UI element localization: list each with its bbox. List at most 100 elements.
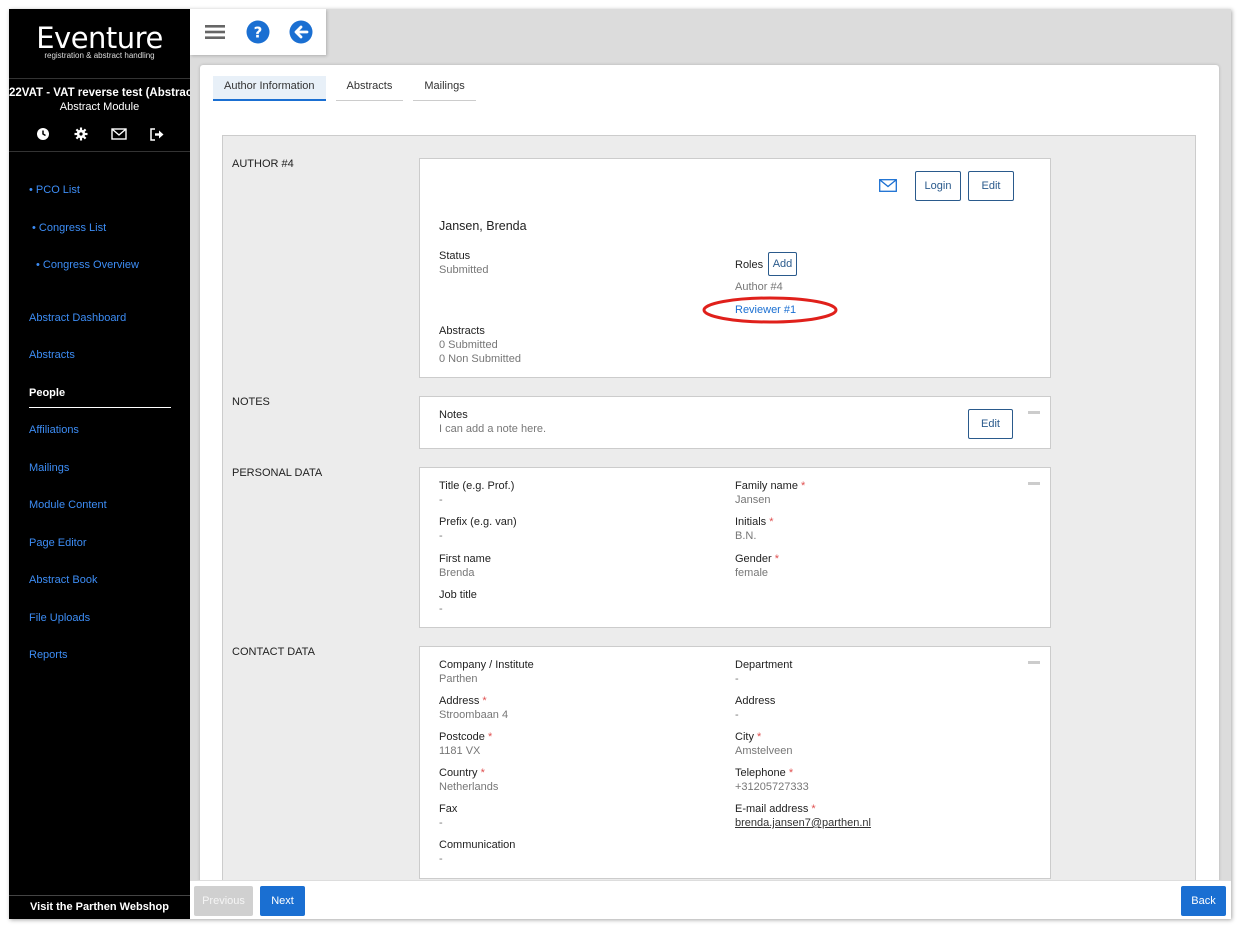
app-window: Eventure registration & abstract handlin…	[9, 9, 1231, 919]
nav-pco-list[interactable]: • PCO List	[29, 184, 80, 196]
author-name: Jansen, Brenda	[439, 219, 527, 233]
title-label: Title (e.g. Prof.)	[439, 480, 515, 492]
collapse-personal-icon[interactable]	[1028, 482, 1040, 485]
first-name-value: Brenda	[439, 567, 475, 579]
edit-notes-button[interactable]: Edit	[968, 409, 1013, 439]
tab-author-information[interactable]: Author Information	[213, 76, 326, 101]
status-value: Submitted	[439, 264, 489, 276]
main-panel: Author Information Abstracts Mailings AU…	[200, 65, 1219, 919]
nav-mailings[interactable]: Mailings	[29, 462, 69, 474]
back-button[interactable]: Back	[1181, 886, 1226, 916]
status-label: Status	[439, 250, 471, 262]
bottom-bar: Previous Next Back	[190, 880, 1231, 919]
nav-people[interactable]: People	[29, 387, 65, 399]
telephone-label: Telephone *	[735, 767, 794, 779]
logout-icon[interactable]	[148, 125, 166, 143]
postcode-label: Postcode *	[439, 731, 493, 743]
logo-text: Eventure	[36, 21, 163, 55]
sidebar-divider	[9, 151, 190, 152]
notes-card: Notes I can add a note here. Edit	[419, 396, 1051, 449]
initials-value: B.N.	[735, 530, 757, 542]
login-button[interactable]: Login	[915, 171, 961, 201]
nav-page-editor[interactable]: Page Editor	[29, 537, 86, 549]
mail-icon[interactable]	[110, 125, 128, 143]
nav-congress-list[interactable]: • Congress List	[32, 222, 106, 234]
personal-card: Title (e.g. Prof.) - Family name * Janse…	[419, 467, 1051, 628]
telephone-value: +31205727333	[735, 781, 809, 793]
family-name-label: Family name *	[735, 480, 806, 492]
roles-label: Roles	[735, 259, 764, 271]
author-card: Login Edit Jansen, Brenda Status Submitt…	[419, 158, 1051, 378]
clock-icon[interactable]	[34, 125, 52, 143]
hamburger-menu-icon[interactable]	[200, 17, 230, 47]
top-toolbar: ?	[190, 9, 326, 55]
collapse-notes-icon[interactable]	[1028, 411, 1040, 414]
company-label: Company / Institute	[439, 659, 534, 671]
notes-section-label: NOTES	[232, 396, 270, 408]
nav-active-underline	[29, 407, 171, 408]
address2-label: Address	[735, 695, 776, 707]
nav-affiliations[interactable]: Affiliations	[29, 424, 79, 436]
gender-label: Gender *	[735, 553, 780, 565]
nav-file-uploads[interactable]: File Uploads	[29, 612, 90, 624]
communication-value: -	[439, 853, 443, 865]
notes-value: I can add a note here.	[439, 423, 547, 435]
first-name-label: First name	[439, 553, 491, 565]
contact-section-label: CONTACT DATA	[232, 646, 315, 658]
job-title-value: -	[439, 603, 443, 615]
nav-abstract-dashboard[interactable]: Abstract Dashboard	[29, 312, 126, 324]
address-label: Address *	[439, 695, 487, 707]
email-link[interactable]: brenda.jansen7@parthen.nl	[735, 817, 871, 829]
tab-mailings[interactable]: Mailings	[413, 76, 476, 101]
nav-abstracts[interactable]: Abstracts	[29, 349, 75, 361]
add-role-button[interactable]: Add	[768, 252, 797, 276]
address-value: Stroombaan 4	[439, 709, 509, 721]
sidebar: Eventure registration & abstract handlin…	[9, 9, 190, 919]
city-value: Amstelveen	[735, 745, 793, 757]
email-label: E-mail address *	[735, 803, 816, 815]
nav-congress-overview[interactable]: • Congress Overview	[36, 259, 139, 271]
country-label: Country *	[439, 767, 485, 779]
family-name-value: Jansen	[735, 494, 771, 506]
content-area: AUTHOR #4 Login Edit Jansen, Brenda Stat…	[222, 135, 1196, 919]
nav-module-content[interactable]: Module Content	[29, 499, 107, 511]
module-name: Abstract Module	[59, 101, 140, 113]
prefix-label: Prefix (e.g. van)	[439, 516, 517, 528]
notes-label: Notes	[439, 409, 468, 421]
country-value: Netherlands	[439, 781, 499, 793]
gear-icon[interactable]	[72, 125, 90, 143]
department-value: -	[735, 673, 739, 685]
address2-value: -	[735, 709, 739, 721]
event-title: 22VAT - VAT reverse test (Abstract...	[9, 87, 190, 99]
contact-card: Company / Institute Parthen Department -…	[419, 646, 1051, 879]
tab-abstracts[interactable]: Abstracts	[335, 76, 404, 101]
tab-bar: Author Information Abstracts Mailings	[213, 76, 476, 101]
svg-text:?: ?	[254, 24, 263, 42]
logo: Eventure registration & abstract handlin…	[9, 9, 190, 79]
collapse-contact-icon[interactable]	[1028, 661, 1040, 664]
communication-label: Communication	[439, 839, 516, 851]
edit-author-button[interactable]: Edit	[968, 171, 1014, 201]
next-button[interactable]: Next	[260, 886, 305, 916]
nav-abstract-book[interactable]: Abstract Book	[29, 574, 97, 586]
author-section-label: AUTHOR #4	[232, 158, 294, 170]
abstracts-label: Abstracts	[439, 325, 485, 337]
fax-label: Fax	[439, 803, 458, 815]
email-icon[interactable]	[879, 179, 897, 195]
abstracts-submitted: 0 Submitted	[439, 339, 498, 351]
initials-label: Initials *	[735, 516, 774, 528]
webshop-link[interactable]: Visit the Parthen Webshop	[9, 895, 190, 919]
personal-section-label: PERSONAL DATA	[232, 467, 323, 479]
highlight-ellipse	[702, 296, 838, 324]
city-label: City *	[735, 731, 762, 743]
nav-reports[interactable]: Reports	[29, 649, 68, 661]
department-label: Department	[735, 659, 793, 671]
gender-value: female	[735, 567, 769, 579]
back-arrow-icon[interactable]	[286, 17, 316, 47]
company-value: Parthen	[439, 673, 478, 685]
fax-value: -	[439, 817, 443, 829]
job-title-label: Job title	[439, 589, 477, 601]
prefix-value: -	[439, 530, 443, 542]
previous-button[interactable]: Previous	[194, 886, 253, 916]
help-icon[interactable]: ?	[243, 17, 273, 47]
